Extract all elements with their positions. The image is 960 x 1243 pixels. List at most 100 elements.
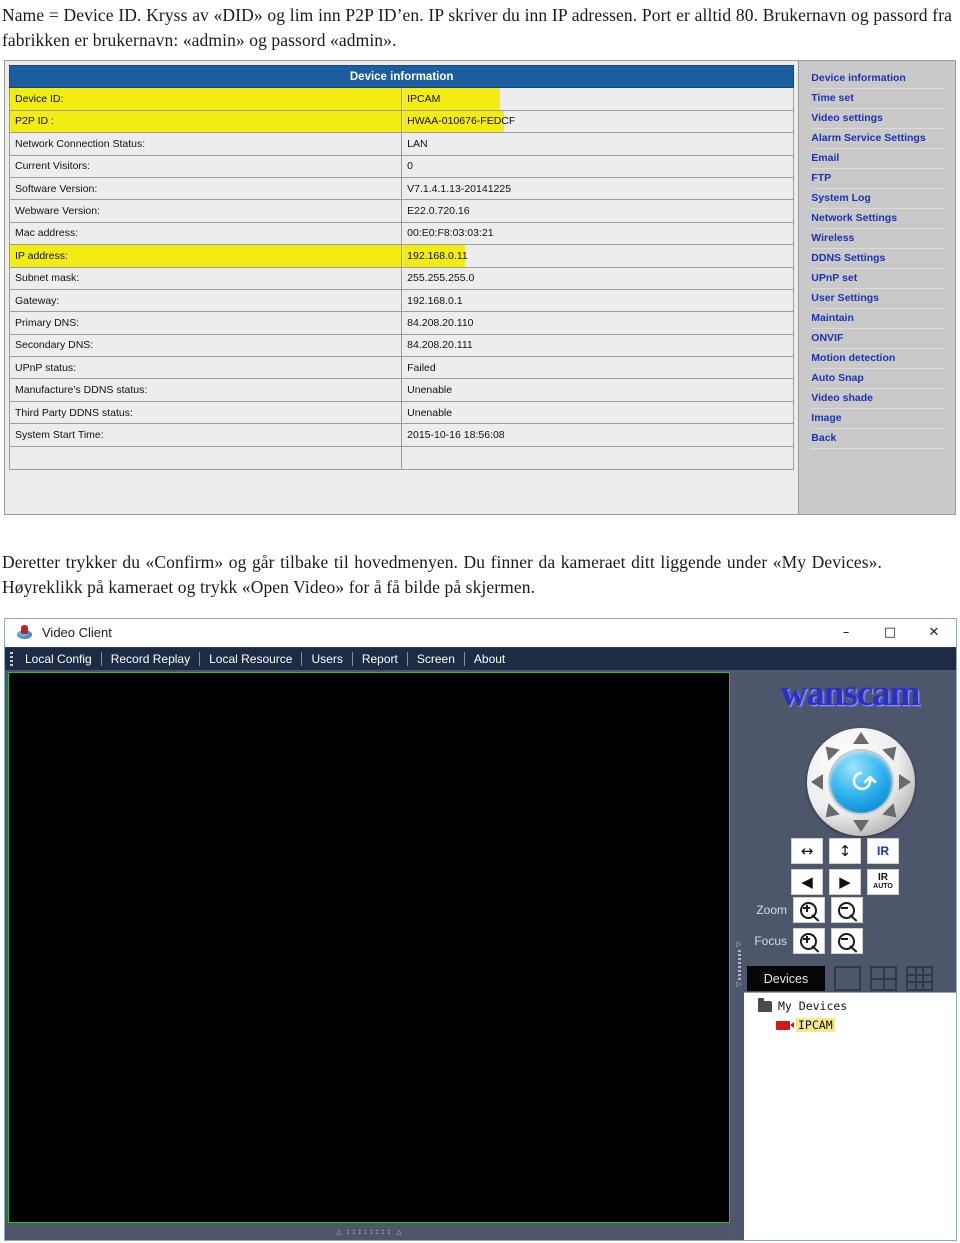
device-tree: My Devices IPCAM Open VideoVideo SearchC… (744, 992, 956, 1240)
layout-single-icon[interactable] (834, 966, 861, 991)
camera-menu-item[interactable]: DDNS Settings (811, 249, 945, 269)
table-row: Manufacture’s DDNS status: Unenable (8, 378, 795, 402)
instruction-paragraph: Deretter trykker du «Confirm» og går til… (2, 552, 882, 597)
table-row: Mac address: 00:E0:F8:03:03:21 (8, 221, 795, 246)
row-label: Network Connection Status: (8, 132, 403, 156)
row-value: Unenable (401, 378, 795, 402)
window-titlebar: Video Client – □ ✕ (5, 619, 956, 647)
zoom-label: Zoom (756, 903, 787, 917)
devices-toolbar: Devices (747, 966, 933, 991)
menu-item[interactable]: Report (353, 652, 407, 666)
minimize-icon[interactable]: – (824, 619, 868, 647)
camera-menu-item[interactable]: Network Settings (811, 209, 945, 229)
camera-menu-item[interactable]: Wireless (811, 229, 945, 249)
camera-menu-item[interactable]: Image (811, 409, 945, 429)
splitter-up-arrow-icon[interactable]: ▷ (736, 941, 741, 948)
camera-web-ui-screenshot: Device information Device ID: IPCAM P2P ID… (4, 60, 956, 515)
camera-menu-item[interactable]: FTP (811, 169, 945, 189)
zoom-out-icon[interactable] (831, 897, 863, 923)
row-value: 2015-10-16 18:56:08 (401, 423, 795, 447)
table-row: Third Party DDNS status: Unenable (8, 400, 795, 425)
tree-root-label: My Devices (778, 999, 848, 1013)
table-row: Network Connection Status: LAN (8, 132, 795, 156)
row-value: HWAA-010676-FEDCF (401, 109, 795, 134)
video-display-area[interactable] (8, 672, 730, 1223)
camera-menu-item[interactable]: Email (811, 149, 945, 169)
focus-label: Focus (754, 934, 787, 948)
camera-menu-item[interactable]: Auto Snap (811, 369, 945, 389)
layout-nine-icon[interactable] (906, 966, 933, 991)
menu-item[interactable]: Local Resource (200, 652, 301, 666)
camera-menu-item[interactable]: Maintain (811, 309, 945, 329)
table-row: Current Visitors: 0 (8, 154, 795, 178)
tree-node-my-devices[interactable]: My Devices (758, 997, 956, 1013)
ptz-control-buttons: ↔ ↕ IR ◀ ▶ IR AUTO (791, 838, 899, 895)
camera-menu-item[interactable]: User Settings (811, 289, 945, 309)
camera-menu-item[interactable]: Time set (811, 89, 945, 109)
device-information-rows: Device ID: IPCAM P2P ID : HWAA-010676-FEDCF… (8, 87, 795, 470)
row-value: Failed (401, 356, 795, 380)
ptz-direction-arrow-icon[interactable] (899, 774, 911, 790)
ir-button[interactable]: IR (867, 838, 899, 864)
camera-menu-item[interactable]: Alarm Service Settings (811, 129, 945, 149)
row-label: System Start Time: (8, 423, 403, 447)
camera-menu-item[interactable]: System Log (811, 189, 945, 209)
table-header-row: Device information (8, 64, 795, 89)
folder-icon (758, 997, 772, 1012)
vertical-scan-button[interactable]: ↕ (829, 838, 861, 864)
camera-menu-item[interactable]: Back (811, 429, 945, 449)
row-value: 192.168.0.11 (401, 244, 795, 268)
row-value: V7.1.4.1.13-20141225 (401, 176, 795, 201)
maximize-icon[interactable]: □ (868, 619, 912, 647)
ptz-joystick[interactable]: ↺ (807, 728, 915, 836)
camera-icon (776, 1020, 794, 1030)
row-label: Subnet mask: (8, 266, 403, 290)
menu-item[interactable]: Users (302, 652, 351, 666)
zoom-in-icon[interactable] (793, 897, 825, 923)
camera-menu-item[interactable]: Device information (811, 69, 945, 89)
row-label (8, 445, 403, 470)
horizontal-scan-button[interactable]: ↔ (791, 838, 823, 864)
menu-item[interactable]: Local Config (16, 652, 101, 666)
splitter-down-arrow-icon[interactable]: ▷ (736, 981, 741, 988)
ptz-center-rotate-button[interactable]: ↺ (830, 751, 892, 813)
wanscam-brand-logo: wanscam (780, 673, 921, 714)
strip-right-triangle-icon: △ (396, 1228, 402, 1236)
row-value: LAN (401, 132, 795, 156)
splitter-grip-icon (737, 950, 741, 980)
row-label: IP address: (8, 244, 403, 268)
row-label: Current Visitors: (8, 154, 403, 178)
close-icon[interactable]: ✕ (912, 619, 956, 647)
ptz-direction-arrow-icon[interactable] (853, 820, 869, 832)
camera-menu-item[interactable]: Video settings (811, 109, 945, 129)
row-label: Mac address: (8, 221, 403, 246)
menu-bar: Local Config Record Replay Local Resource U… (5, 647, 956, 670)
tree-node-ipcam[interactable]: IPCAM (776, 1018, 956, 1032)
panel-splitter-handle[interactable]: ▷ ▷ (733, 670, 744, 1240)
menu-item[interactable]: Screen (408, 652, 464, 666)
row-label: Software Version: (8, 176, 403, 201)
rotate-icon: ↺ (839, 759, 884, 804)
table-row: Device ID: IPCAM (8, 87, 795, 111)
row-label: Primary DNS: (8, 311, 403, 335)
menu-item[interactable]: About (465, 652, 514, 666)
flip-button[interactable]: ▶ (829, 869, 861, 895)
focus-out-icon[interactable] (831, 928, 863, 954)
mirror-button[interactable]: ◀ (791, 869, 823, 895)
row-label: Gateway: (8, 288, 403, 313)
camera-menu-item[interactable]: Video shade (811, 389, 945, 409)
client-body: △ :::::::: △ ▷ ▷ wanscam ↺ ↔ ↕ IR ◀ ▶ IR… (5, 670, 956, 1240)
table-row: Webware Version: E22.0.720.16 (8, 199, 795, 223)
camera-menu-item[interactable]: UPnP set (811, 269, 945, 289)
camera-menu-item[interactable]: Motion detection (811, 349, 945, 369)
ptz-direction-arrow-icon[interactable] (853, 732, 869, 744)
window-controls: – □ ✕ (824, 619, 956, 647)
menu-item[interactable]: Record Replay (102, 652, 199, 666)
tab-devices[interactable]: Devices (747, 966, 825, 991)
focus-in-icon[interactable] (793, 928, 825, 954)
ptz-direction-arrow-icon[interactable] (811, 774, 823, 790)
camera-menu-item[interactable]: ONVIF (811, 329, 945, 349)
menu-grip-handle[interactable] (7, 648, 16, 671)
ir-auto-button[interactable]: IR AUTO (867, 869, 899, 895)
layout-quad-icon[interactable] (870, 966, 897, 991)
